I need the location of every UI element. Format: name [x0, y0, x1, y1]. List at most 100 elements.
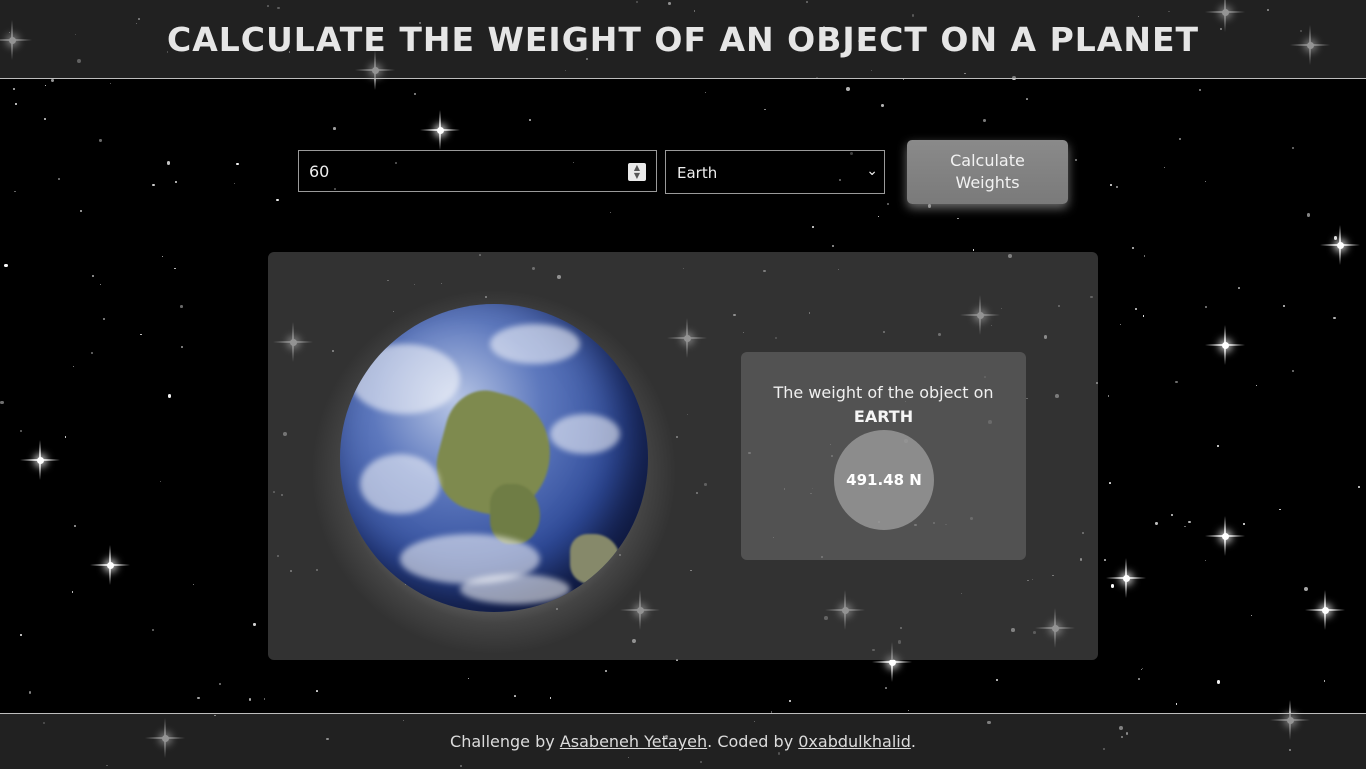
sparkle-star [1205, 516, 1245, 556]
result-panel: The weight of the object on EARTH 491.48… [268, 252, 1098, 660]
star-dot [1141, 668, 1143, 670]
calculate-weights-button[interactable]: Calculate Weights [907, 140, 1068, 204]
star-dot [0, 400, 4, 405]
star-dot [513, 694, 516, 697]
star-dot [1283, 304, 1286, 307]
page-header: CALCULATE THE WEIGHT OF AN OBJECT ON A P… [0, 0, 1366, 79]
star-dot [877, 215, 880, 217]
star-dot [166, 161, 171, 165]
star-dot [1115, 185, 1118, 188]
sparkle-star [1205, 325, 1245, 365]
star-dot [1358, 485, 1361, 489]
star-dot [140, 334, 142, 336]
star-dot [276, 198, 279, 202]
sparkle-star [420, 110, 460, 150]
star-dot [1110, 183, 1113, 186]
weight-result-card: The weight of the object on EARTH 491.48… [741, 352, 1026, 560]
star-dot [72, 365, 74, 367]
number-spinner[interactable]: ▲ ▼ [628, 163, 646, 181]
star-dot [333, 127, 336, 130]
star-dot [109, 83, 111, 85]
star-dot [1279, 508, 1282, 511]
star-dot [1332, 316, 1336, 320]
star-dot [99, 139, 102, 142]
star-dot [15, 103, 17, 106]
star-dot [13, 87, 16, 91]
star-dot [64, 435, 67, 438]
author-link[interactable]: Asabeneh Yetayeh [560, 732, 707, 751]
sparkle-star [20, 440, 60, 480]
star-dot [928, 204, 932, 208]
star-dot [907, 709, 910, 712]
star-dot [1142, 315, 1145, 317]
star-dot [995, 679, 998, 682]
coder-link[interactable]: 0xabdulkhalid [798, 732, 911, 751]
sparkle-star [1320, 225, 1360, 265]
footer-prefix: Challenge by [450, 732, 555, 751]
star-dot [1155, 522, 1158, 525]
star-dot [884, 686, 887, 689]
mass-input[interactable]: 60 ▲ ▼ [298, 150, 657, 192]
star-dot [549, 697, 552, 699]
star-dot [1291, 370, 1295, 373]
star-dot [58, 178, 61, 181]
star-dot [414, 93, 416, 95]
star-dot [468, 677, 470, 679]
star-dot [1205, 305, 1208, 308]
star-dot [236, 162, 239, 166]
star-dot [1255, 384, 1258, 386]
star-dot [764, 108, 766, 111]
mass-input-value: 60 [309, 162, 330, 181]
star-dot [832, 244, 835, 247]
star-dot [1178, 138, 1181, 141]
star-dot [609, 211, 612, 214]
footer-suffix: . [910, 732, 916, 751]
sparkle-star [90, 545, 130, 585]
star-dot [51, 79, 54, 82]
star-dot [1132, 246, 1135, 249]
star-dot [159, 481, 161, 483]
star-dot [152, 184, 155, 187]
star-dot [73, 525, 76, 528]
star-dot [91, 351, 94, 354]
star-dot [263, 698, 266, 700]
star-dot [1250, 614, 1252, 616]
star-dot [19, 633, 22, 636]
star-dot [1137, 677, 1141, 680]
star-dot [972, 249, 975, 251]
sparkle-star [1106, 558, 1146, 598]
star-dot [1170, 513, 1174, 516]
star-dot [1205, 559, 1207, 561]
star-dot [811, 226, 814, 229]
star-dot [28, 691, 32, 694]
star-dot [704, 91, 706, 93]
star-dot [957, 217, 960, 220]
star-dot [174, 267, 176, 269]
star-dot [1163, 166, 1165, 168]
star-dot [845, 86, 850, 91]
star-dot [167, 394, 172, 398]
star-dot [1217, 445, 1220, 448]
star-dot [1188, 520, 1191, 524]
star-dot [1198, 89, 1201, 92]
result-planet-name: EARTH [853, 407, 914, 426]
weight-value-badge: 491.48 N [834, 430, 934, 530]
star-dot [1107, 395, 1110, 397]
star-dot [174, 181, 177, 184]
star-dot [1026, 98, 1028, 101]
star-dot [197, 696, 200, 699]
spinner-down-icon[interactable]: ▼ [634, 172, 640, 180]
star-dot [44, 84, 47, 87]
star-dot [881, 103, 885, 107]
star-dot [161, 256, 163, 258]
star-dot [218, 682, 221, 685]
star-dot [1238, 287, 1240, 289]
star-dot [91, 275, 94, 278]
planet-select[interactable]: Earth ⌄ [665, 150, 885, 194]
star-dot [234, 182, 236, 185]
star-dot [1204, 180, 1207, 182]
star-dot [1075, 159, 1078, 162]
star-dot [1306, 212, 1311, 217]
star-dot [1175, 380, 1178, 384]
star-dot [1120, 324, 1122, 326]
